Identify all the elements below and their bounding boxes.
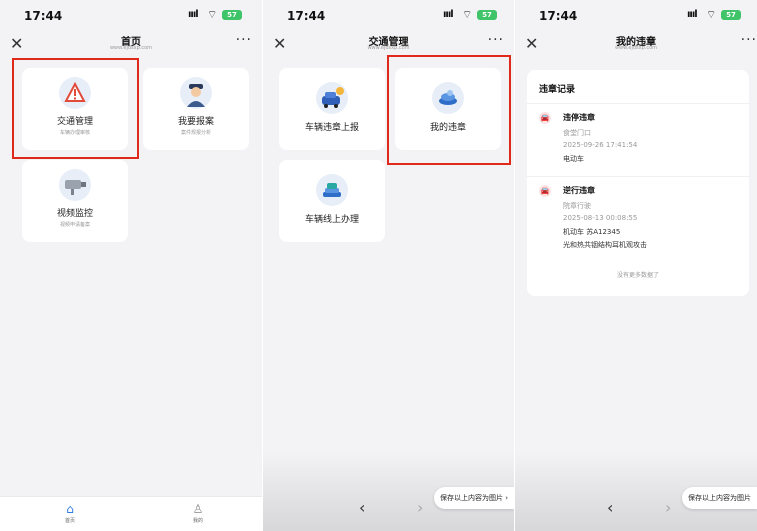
more-icon[interactable]: ··· [236,32,252,48]
status-bar: 17:44 ıııl ⌔ 57 [515,0,757,30]
page-subtitle: www.ejdsxp.com [614,45,658,51]
violation-time: 2025-08-13 00:08:55 [563,214,638,222]
card-sub: 视频申请备案 [59,222,90,228]
save-as-image-button[interactable]: 保存以上内容为图片 › [433,487,514,509]
back-arrow-icon[interactable]: ‹ [607,498,613,517]
forward-arrow-icon[interactable]: › [665,498,671,517]
police-icon [180,77,212,109]
card-traffic-management[interactable]: 交通管理 车辆办理审核 [22,68,128,150]
card-label: 视频监控 [56,209,93,219]
battery-icon: 57 [477,10,497,20]
violations-screen: 17:44 ıııl ⌔ 57 ✕ 我的违章 www.ejdsxp.com ··… [515,0,757,531]
status-time: 17:44 [287,9,326,23]
status-time: 17:44 [539,9,578,23]
no-more-data: 没有更多数据了 [616,272,659,279]
card-label: 我要报案 [177,117,214,127]
nav-bar: ✕ 我的违章 www.ejdsxp.com ··· [515,30,757,60]
car-icon: 🚘 [539,185,551,197]
section-title: 违章记录 [539,85,576,95]
violation-type: 逆行违章 [563,186,595,195]
save-as-image-button[interactable]: 保存以上内容为图片 [682,487,757,509]
violation-vehicle: 电动车 [563,155,584,163]
card-my-violations[interactable]: 我的违章 [395,68,501,150]
violation-type: 违停违章 [563,113,595,122]
violation-icon [432,82,464,114]
back-arrow-icon[interactable]: ‹ [359,498,365,517]
wifi-icon: ⌔ [207,8,218,21]
tab-home[interactable]: ⌂ 首页 [40,501,100,524]
battery-icon: 57 [721,10,741,20]
car-report-icon [316,82,348,114]
wifi-icon: ⌔ [706,8,717,21]
divider [527,176,749,177]
card-sub: 车辆办理审核 [59,130,90,136]
forward-arrow-icon[interactable]: › [417,498,423,517]
more-icon[interactable]: ··· [488,32,504,48]
user-icon: ♙ [192,502,204,516]
card-car-violation-report[interactable]: 车辆违章上报 [279,68,385,150]
violation-time: 2025-09-26 17:41:54 [563,141,638,149]
card-car-online-service[interactable]: 车辆线上办理 [279,160,385,242]
card-label: 车辆线上办理 [304,215,359,225]
car-icon: 🚘 [539,112,551,124]
online-service-icon [316,174,348,206]
page-subtitle: www.ejdsxp.com [109,45,153,51]
card-report-case[interactable]: 我要报案 案件规报分析 [143,68,249,150]
card-sub: 案件规报分析 [180,130,211,136]
signal-icon: ıııl [687,9,698,20]
more-icon[interactable]: ··· [741,32,757,48]
violation-vehicle: 机动车 苏A12345 [563,228,621,236]
camera-icon [59,169,91,201]
status-time: 17:44 [24,9,63,23]
home-icon: ⌂ [66,502,74,516]
traffic-screen: 17:44 ıııl ⌔ 57 ✕ 交通管理 www.ejdsxp.com ··… [263,0,514,531]
status-bar: 17:44 ıııl ⌔ 57 [0,0,262,30]
violation-record[interactable]: 🚘 违停违章 食堂门口 2025-09-26 17:41:54 电动车 [527,112,749,172]
violation-note: 光和热共铟结构耳机观攻击 [563,241,647,249]
status-bar: 17:44 ıııl ⌔ 57 [263,0,514,30]
divider [527,103,749,104]
tab-label: 首页 [64,518,75,524]
tab-bar: ⌂ 首页 ♙ 我的 [0,496,262,531]
violation-records-panel: 违章记录 🚘 违停违章 食堂门口 2025-09-26 17:41:54 电动车… [527,70,749,296]
wifi-icon: ⌔ [462,8,473,21]
nav-bar: ✕ 交通管理 www.ejdsxp.com ··· [263,30,514,60]
tab-label: 我的 [192,518,203,524]
warning-icon [59,77,91,109]
card-video-monitor[interactable]: 视频监控 视频申请备案 [22,160,128,242]
card-label: 我的违章 [429,123,466,133]
signal-icon: ıııl [443,9,454,20]
page-subtitle: www.ejdsxp.com [367,45,410,51]
card-label: 车辆违章上报 [304,123,359,133]
violation-record[interactable]: 🚘 逆行违章 院章行驶 2025-08-13 00:08:55 机动车 苏A12… [527,185,749,255]
signal-icon: ıııl [188,9,199,20]
home-screen: 17:44 ıııl ⌔ 57 ✕ 首页 www.ejdsxp.com ··· … [0,0,262,531]
tab-mine[interactable]: ♙ 我的 [168,501,228,524]
violation-location: 院章行驶 [563,202,591,210]
nav-bar: ✕ 首页 www.ejdsxp.com ··· [0,30,262,60]
violation-location: 食堂门口 [563,129,591,137]
card-label: 交通管理 [56,117,93,127]
battery-icon: 57 [222,10,242,20]
